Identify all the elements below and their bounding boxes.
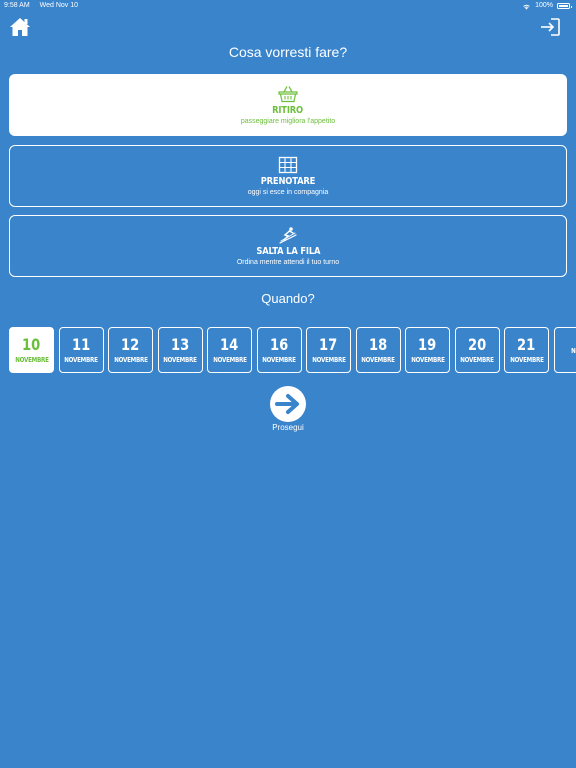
date-month: NOVEMBRE [509, 356, 544, 364]
date-item[interactable]: NO [553, 327, 576, 373]
date-item[interactable]: 17 NOVEMBRE [306, 327, 351, 373]
basket-icon [278, 86, 298, 103]
home-button[interactable] [9, 17, 31, 37]
date-item[interactable]: 21 NOVEMBRE [504, 327, 549, 373]
status-date: Wed Nov 10 [39, 2, 79, 9]
date-month: NOVEMBRE [212, 356, 247, 364]
arrow-right-icon [275, 394, 299, 414]
battery-icon [557, 3, 572, 9]
date-day: 12 [121, 335, 140, 354]
table-grid-icon [278, 156, 298, 174]
date-item[interactable]: 12 NOVEMBRE [108, 327, 153, 373]
date-month: NOVEMBRE [361, 356, 395, 364]
date-day: 17 [319, 335, 338, 354]
date-item[interactable]: 20 NOVEMBRE [454, 327, 500, 373]
option-prenotare-title: PRENOTARE [260, 176, 316, 187]
date-item[interactable]: 13 NOVEMBRE [157, 327, 203, 373]
option-ritiro[interactable]: RITIRO passeggiare migliora l'appetito [9, 74, 567, 136]
date-day: 13 [170, 335, 190, 354]
option-salta-title: SALTA LA FILA [256, 246, 320, 257]
date-item[interactable]: 19 NOVEMBRE [405, 327, 450, 373]
date-month: NOVEMBRE [113, 356, 148, 364]
option-prenotare[interactable]: PRENOTARE oggi si esce in compagnia [9, 145, 567, 207]
date-month: NOVEMBRE [311, 356, 346, 364]
option-salta-la-fila[interactable]: SALTA LA FILA Ordina mentre attendi il t… [9, 215, 567, 277]
date-day: 20 [467, 335, 487, 354]
status-bar: 9:58 AM Wed Nov 10 100% [0, 0, 576, 12]
status-time: 9:58 AM [4, 2, 30, 9]
ski-jump-icon [279, 227, 297, 244]
date-item[interactable]: 14 NOVEMBRE [207, 327, 252, 373]
date-item[interactable]: 18 NOVEMBRE [355, 327, 401, 373]
date-day: 14 [220, 335, 239, 354]
option-ritiro-title: RITIRO [272, 105, 304, 116]
option-prenotare-subtitle: oggi si esce in compagnia [247, 189, 329, 196]
home-icon [10, 18, 30, 36]
battery-percent: 100% [535, 2, 553, 9]
date-month: NOVEMBRE [14, 356, 49, 364]
page-title: Cosa vorresti fare? [228, 44, 348, 60]
date-item[interactable]: 16 NOVEMBRE [256, 327, 302, 373]
date-month: NOVEMBRE [163, 356, 197, 364]
date-day: 16 [269, 335, 289, 354]
date-day: 21 [517, 335, 536, 354]
continue-label: Prosegui [272, 423, 304, 432]
date-month: NO [571, 347, 576, 355]
wifi-icon [523, 4, 530, 10]
date-month: NOVEMBRE [410, 356, 445, 364]
date-day: 19 [418, 335, 437, 354]
booking-screen: 9:58 AM Wed Nov 10 100% Cosa vorresti fa… [0, 0, 576, 768]
date-item[interactable]: 10 NOVEMBRE [9, 327, 54, 373]
date-day: 18 [368, 335, 388, 354]
date-month: NOVEMBRE [460, 356, 494, 364]
date-month: NOVEMBRE [64, 356, 98, 364]
date-day: 11 [71, 335, 91, 354]
continue-button[interactable] [270, 386, 306, 422]
logout-button[interactable] [540, 18, 560, 36]
date-item[interactable]: 11 NOVEMBRE [58, 327, 104, 373]
when-title: Quando? [261, 291, 315, 306]
option-salta-subtitle: Ordina mentre attendi il tuo turno [236, 259, 340, 266]
date-day: 10 [22, 335, 41, 354]
date-picker[interactable]: 10 NOVEMBRE 11 NOVEMBRE 12 NOVEMBRE 13 N… [9, 327, 576, 373]
option-ritiro-subtitle: passeggiare migliora l'appetito [240, 118, 336, 125]
date-month: NOVEMBRE [262, 356, 296, 364]
logout-icon [541, 18, 560, 36]
